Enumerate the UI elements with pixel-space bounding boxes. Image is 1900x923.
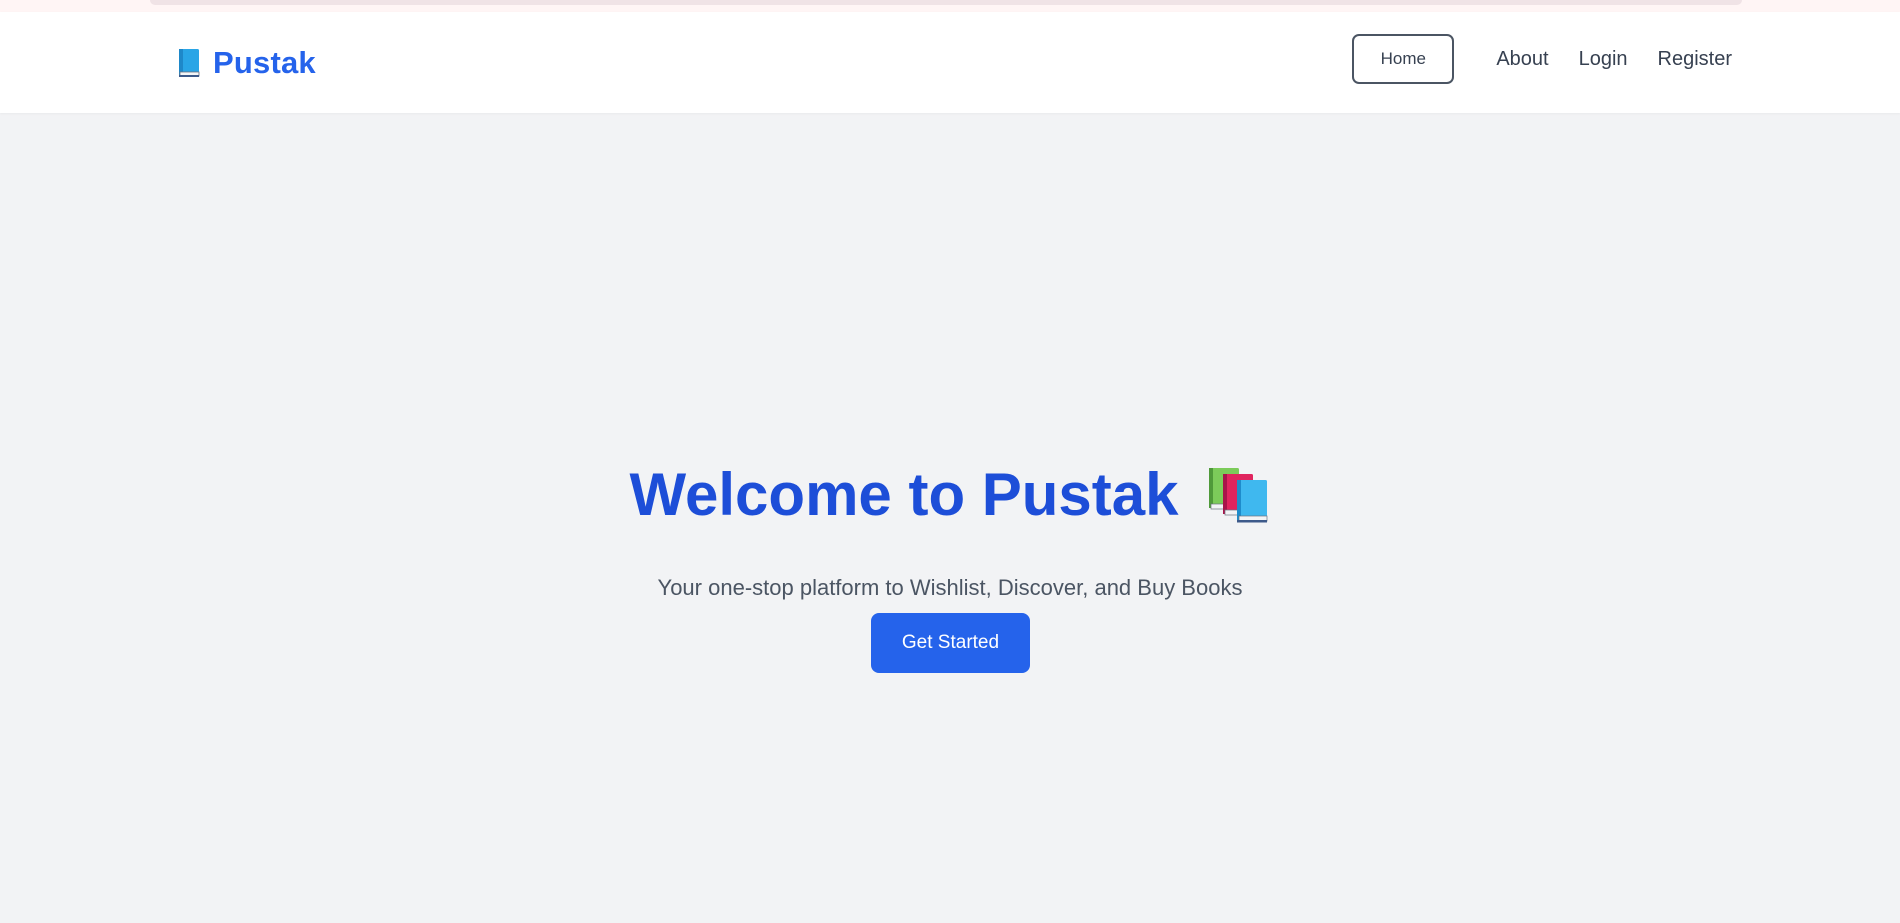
hero-subtitle: Your one-stop platform to Wishlist, Disc… [657,575,1243,600]
hero-title-row: Welcome to Pustak [0,465,1900,525]
nav-login-link[interactable]: Login [1579,48,1628,71]
brand-name: Pustak [213,45,316,80]
top-strip-bar [150,0,1742,5]
books-icon [1207,466,1271,524]
hero-section: Welcome to Pustak Your one-stop platform… [0,113,1900,923]
navbar: Pustak Home About Login Register [0,12,1900,113]
nav-home-button[interactable]: Home [1352,34,1455,84]
nav-register-link[interactable]: Register [1658,48,1732,71]
brand-link[interactable]: Pustak [177,45,316,81]
blue-book-icon [177,48,200,78]
get-started-button[interactable]: Get Started [871,613,1030,673]
nav-links: Home About Login Register [1352,34,1732,84]
nav-about-link[interactable]: About [1496,48,1548,71]
hero-title: Welcome to Pustak [629,461,1179,528]
